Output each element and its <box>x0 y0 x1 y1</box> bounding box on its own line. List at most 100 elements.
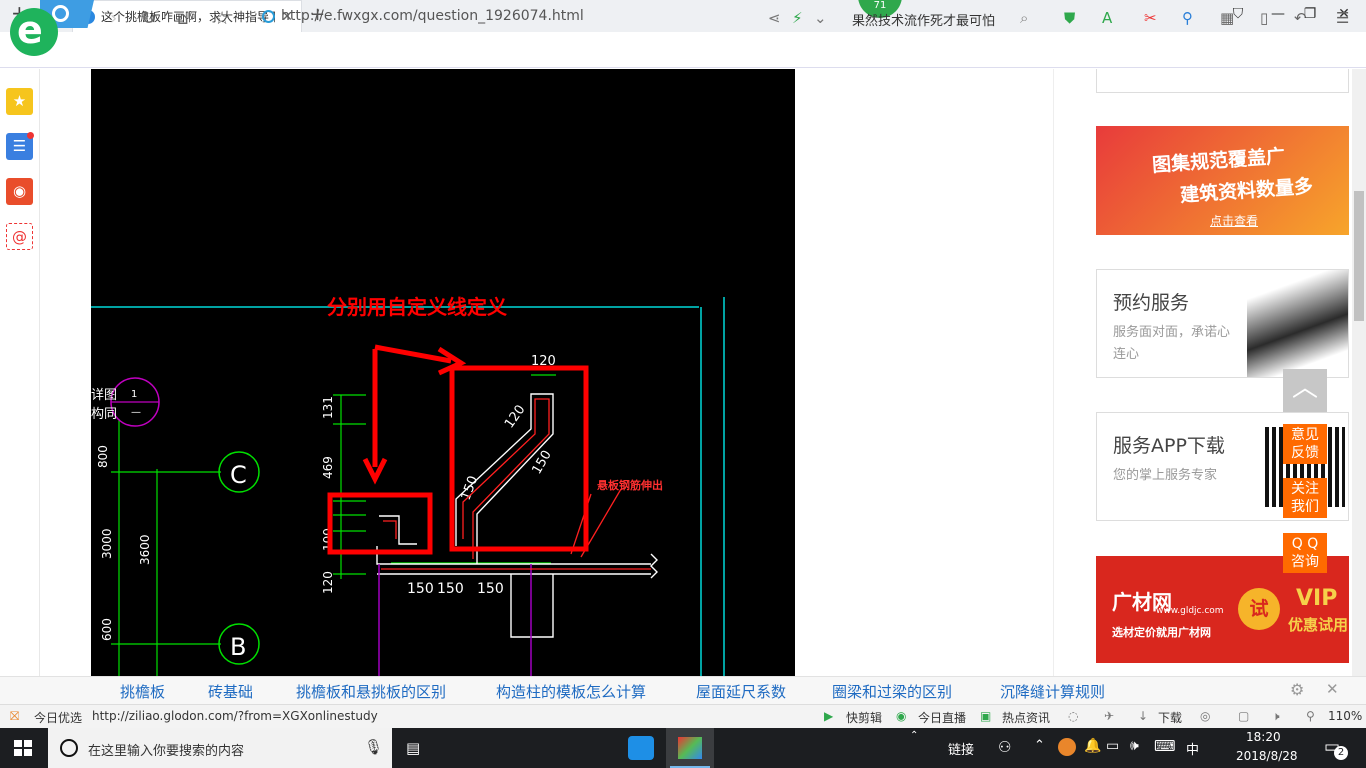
taskbar-app-1[interactable] <box>618 728 666 768</box>
card-appointment-subtitle: 服务面对面，承诺心连心 <box>1113 325 1231 362</box>
battery-icon[interactable]: ▭ <box>1106 738 1119 754</box>
ad2-vip: VIP <box>1296 586 1338 611</box>
dim-150-a: 150 <box>407 581 434 597</box>
favorite-star-icon[interactable]: ☆ <box>214 8 230 29</box>
tag-item[interactable]: 挑檐板和悬挑板的区别 <box>296 681 446 702</box>
dim-800: 800 <box>96 445 110 468</box>
address-bar[interactable]: http://e.fwxgx.com/question_1926074.html <box>262 8 584 24</box>
notification-bell-icon[interactable]: 🔔 <box>1084 738 1101 754</box>
search-hint[interactable]: 果然技术流作死才最可怕 <box>852 10 995 29</box>
ime-indicator[interactable]: 中 <box>1186 739 1199 758</box>
detail-top-label: 1 <box>131 389 137 400</box>
status-item[interactable]: 热点资讯 <box>1002 709 1050 726</box>
find-icon[interactable]: ⚲ <box>1182 9 1193 27</box>
weibo-icon[interactable]: ◉ <box>6 178 33 205</box>
tag-item[interactable]: 圈梁和过梁的区别 <box>832 681 952 702</box>
apps-icon[interactable]: ▦ <box>1220 9 1234 27</box>
share-icon[interactable]: ⋖ <box>768 9 781 27</box>
cad-dimension-lines <box>111 374 556 676</box>
taskbar-search-placeholder[interactable]: 在这里输入你要搜索的内容 <box>88 740 244 759</box>
tag-close-icon[interactable]: ✕ <box>1326 680 1339 698</box>
people-icon[interactable]: ⚇ <box>998 738 1011 756</box>
dim-150-diag1: 150 <box>529 448 554 477</box>
zoom-level[interactable]: 110% <box>1328 709 1362 723</box>
tag-item[interactable]: 挑檐板 <box>120 681 165 702</box>
refresh-icon[interactable]: ↻ <box>141 8 156 29</box>
keyboard-icon[interactable]: ⌨ <box>1154 737 1176 755</box>
new-dot-icon <box>27 132 34 139</box>
status-bar: ⛝ 今日优选 http://ziliao.glodon.com/?from=XG… <box>0 704 1366 728</box>
microphone-icon[interactable]: 🎙 <box>364 738 383 756</box>
taskbar-search-box[interactable]: 在这里输入你要搜索的内容 🎙 <box>48 728 392 768</box>
ad2-slogan: 选材定价就用广材网 <box>1112 626 1211 639</box>
annotation-text: 分别用自定义线定义 <box>327 295 507 319</box>
favorites-icon[interactable]: ★ <box>6 88 33 115</box>
scissors-icon[interactable]: ✂ <box>1144 9 1157 27</box>
volume-tray-icon[interactable]: 🕪 <box>1130 738 1139 754</box>
status-item[interactable]: 快剪辑 <box>846 709 882 726</box>
plugin-icon[interactable]: ✈ <box>1104 709 1114 723</box>
news-icon: ▣ <box>980 709 992 723</box>
handshake-image <box>1247 270 1348 377</box>
scrollbar-thumb[interactable] <box>1354 191 1364 321</box>
windows-taskbar: 在这里输入你要搜索的内容 🎙 ▤ ⌃ 链接 ⚇ ⌃ 🔔 ▭ 🕪 ⌨ 中 18:2… <box>0 728 1366 768</box>
taskbar-link[interactable]: 链接 <box>948 739 974 758</box>
vertical-scrollbar[interactable] <box>1352 69 1366 676</box>
taskbar-expand-icon[interactable]: ⌃ <box>910 730 918 741</box>
today-picks[interactable]: 今日优选 <box>34 709 82 726</box>
clock-time[interactable]: 18:20 <box>1246 730 1281 744</box>
tag-settings-icon[interactable]: ⚙ <box>1290 680 1304 699</box>
ad1-link[interactable]: 点击查看 <box>1210 212 1258 229</box>
dim-150-c: 150 <box>477 581 504 597</box>
speed-icon[interactable]: ◌ <box>1068 709 1078 723</box>
status-item[interactable]: 今日直播 <box>918 709 966 726</box>
minimize-button[interactable]: — <box>1268 6 1288 26</box>
search-icon[interactable]: ⌕ <box>1020 9 1028 27</box>
card-app-title: 服务APP下载 <box>1113 435 1225 457</box>
dim-120-left: 120 <box>321 571 335 594</box>
mode-dropdown-icon[interactable]: ⌄ <box>814 9 827 27</box>
shield-icon[interactable]: ⛊ <box>1064 9 1075 27</box>
highlight-box-large <box>449 365 589 552</box>
tag-item[interactable]: 沉降缝计算规则 <box>1000 681 1105 702</box>
live-icon: ◉ <box>896 709 907 723</box>
tag-item[interactable]: 屋面延尺系数 <box>696 681 786 702</box>
reading-icon[interactable]: ▯ <box>1260 9 1268 27</box>
card-appointment[interactable]: 预约服务 服务面对面，承诺心连心 <box>1096 269 1349 378</box>
ad-banner-atlas[interactable]: 图集规范覆盖广 建筑资料数量多 点击查看 <box>1096 126 1349 235</box>
cortana-icon <box>60 739 78 757</box>
tag-item[interactable]: 砖基础 <box>208 681 253 702</box>
feedback-button[interactable]: 意见 反馈 <box>1283 424 1327 464</box>
tray-app-icon[interactable] <box>1058 738 1076 756</box>
ad1-line2: 建筑资料数量多 <box>1179 175 1314 207</box>
browser-logo-icon[interactable]: e <box>10 8 58 56</box>
show-hidden-icon[interactable]: ⌃ <box>1034 738 1045 753</box>
quick-edit-icon: ▶ <box>824 709 834 723</box>
translate-icon[interactable]: A <box>1102 9 1112 27</box>
column-divider <box>1053 69 1054 676</box>
speed-mode-icon[interactable]: ⚡ <box>792 9 803 27</box>
task-view-icon[interactable]: ▤ <box>406 739 420 757</box>
rebar-label: 悬板钢筋伸出 <box>596 478 663 492</box>
forward-icon[interactable]: › <box>110 8 117 29</box>
menu-icon[interactable]: ☰ <box>1336 9 1349 27</box>
follow-us-button[interactable]: 关注 我们 <box>1283 478 1327 518</box>
address-text[interactable]: http://e.fwxgx.com/question_1926074.html <box>281 8 584 24</box>
ie-mode-icon[interactable]: ◎ <box>1200 709 1210 723</box>
notification-count[interactable]: 2 <box>1334 746 1348 760</box>
window-icon[interactable]: ▢ <box>1238 709 1249 723</box>
tag-item[interactable]: 构造柱的模板怎么计算 <box>496 681 646 702</box>
qq-consult-button[interactable]: Q Q 咨询 <box>1283 533 1327 573</box>
home-icon[interactable]: ⌂ <box>177 8 188 29</box>
dim-120-diag: 120 <box>502 402 529 431</box>
clock-date[interactable]: 2018/8/28 <box>1236 749 1298 763</box>
app-connect-icon <box>628 736 654 760</box>
undo-icon[interactable]: ↶ <box>1294 9 1307 27</box>
mail-icon[interactable]: @ <box>6 223 33 250</box>
back-to-top-button[interactable]: ︿ <box>1283 369 1327 412</box>
taskbar-app-2[interactable] <box>666 728 714 768</box>
status-item[interactable]: 下载 <box>1158 709 1182 726</box>
volume-icon[interactable]: 🕨 <box>1272 709 1280 724</box>
start-windows-icon[interactable] <box>14 740 32 756</box>
annotation-arrows <box>362 344 467 485</box>
